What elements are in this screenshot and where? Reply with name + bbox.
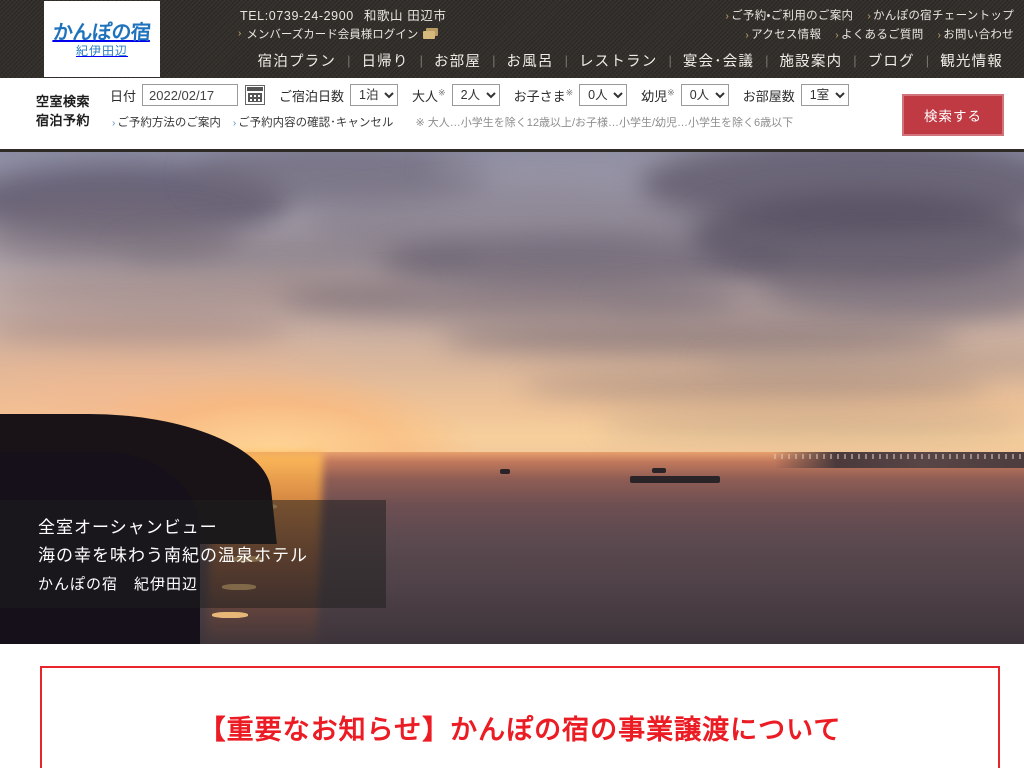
decorative-cloud	[0, 312, 290, 346]
asterisk-mark: ※	[667, 87, 675, 98]
nights-select[interactable]: 1泊2泊3泊4泊5泊	[350, 84, 399, 106]
chevron-right-icon: ›	[238, 28, 242, 39]
adults-select[interactable]: 1人2人3人4人5人	[451, 84, 500, 106]
link-members-card-login[interactable]: › メンバーズカード会員様ログイン	[238, 26, 439, 42]
header-utility-row-1: TEL:0739-24-2900 和歌山 田辺市 › ご予約・ご利用のご案内 › かん…	[180, 5, 1014, 24]
rooms-select[interactable]: 1室2室3室	[800, 84, 849, 106]
notice-section: 【重要なお知らせ】かんぽの宿の事業譲渡について	[0, 644, 1024, 768]
important-notice-title: 【重要なお知らせ】かんぽの宿の事業譲渡について	[198, 715, 842, 746]
calendar-icon[interactable]	[245, 85, 266, 105]
nav-item-restaurant[interactable]: レストラン	[568, 50, 669, 71]
link-reservation-guide[interactable]: › ご予約・ご利用のご案内	[725, 7, 853, 23]
nav-item-facilities[interactable]: 施設案内	[768, 50, 853, 71]
link-label: アクセス情報	[751, 28, 822, 41]
link-confirm-cancel[interactable]: › ご予約内容の確認･キャンセル	[233, 114, 394, 130]
telephone-block: TEL:0739-24-2900 和歌山 田辺市	[240, 5, 447, 24]
reservation-links-row: › ご予約方法のご案内 › ご予約内容の確認･キャンセル ※ 大人…小学生を除く12…	[112, 114, 793, 130]
date-field-label: 日付	[110, 88, 137, 104]
children-label-text: お子さま	[513, 88, 566, 104]
nav-item-blog[interactable]: ブログ	[857, 50, 926, 71]
telephone-number: TEL:0739-24-2900	[240, 9, 354, 23]
decorative-cloud	[600, 410, 1024, 440]
city-name: 和歌山 田辺市	[363, 9, 447, 23]
distant-shoreline	[774, 452, 1024, 468]
infants-select[interactable]: 0人1人2人3人	[680, 84, 729, 106]
link-label: よくあるご質問	[840, 28, 924, 41]
link-contact[interactable]: › お問い合わせ	[938, 26, 1014, 42]
infants-label-text: 幼児	[641, 88, 668, 104]
infants-field-label: 幼児※	[641, 86, 675, 105]
adults-label-text: 大人	[412, 88, 439, 104]
nav-item-banquet[interactable]: 宴会･会議	[672, 50, 765, 71]
link-chain-top[interactable]: › かんぽの宿チェーントップ	[867, 7, 1014, 23]
chevron-right-icon: ›	[112, 118, 116, 129]
glitter-speck	[212, 612, 248, 618]
children-select[interactable]: 0人1人2人3人	[579, 84, 628, 106]
site-header: かんぽの宿 紀伊田辺 TEL:0739-24-2900 和歌山 田辺市 › ご予約・…	[0, 0, 1024, 78]
membership-card-icon	[423, 28, 439, 39]
header-links-group-1: › ご予約・ご利用のご案内 › かんぽの宿チェーントップ	[725, 7, 1014, 23]
children-field-label: お子さま※	[514, 86, 574, 105]
link-faq[interactable]: › よくあるご質問	[835, 26, 923, 42]
asterisk-mark: ※	[438, 87, 446, 98]
chevron-right-icon: ›	[835, 29, 839, 41]
nav-item-day-trip[interactable]: 日帰り	[350, 50, 419, 71]
decorative-cloud	[520, 374, 990, 400]
important-notice-box[interactable]: 【重要なお知らせ】かんぽの宿の事業譲渡について	[40, 666, 1000, 768]
hero-caption-line-2: 海の幸を味わう南紀の温泉ホテル	[38, 546, 308, 565]
nav-item-sightseeing[interactable]: 観光情報	[929, 50, 1014, 71]
reservation-title-line1: 空室検索	[36, 94, 91, 109]
boat-silhouette	[500, 469, 510, 474]
asterisk-mark: ※	[565, 87, 574, 98]
reservation-title-line2: 宿泊予約	[36, 113, 91, 128]
hero-caption: 全室オーシャンビュー 海の幸を味わう南紀の温泉ホテル かんぽの宿 紀伊田辺	[0, 500, 386, 608]
header-links-group-2: › アクセス情報 › よくあるご質問 › お問い合わせ	[745, 26, 1014, 42]
reservation-bar-title: 空室検索 宿泊予約	[36, 92, 90, 130]
hero-slider: 全室オーシャンビュー 海の幸を味わう南紀の温泉ホテル かんぽの宿 紀伊田辺 宿か…	[0, 152, 1024, 644]
reservation-fields-row: 日付 ご宿泊日数 1泊2泊3泊4泊5泊 大人※ 1人2人3人4人5人 お子さま※…	[110, 84, 849, 106]
chevron-right-icon: ›	[867, 10, 871, 22]
checkin-date-input[interactable]	[142, 84, 239, 106]
main-navigation: 宿泊プラン | 日帰り | お部屋 | お風呂 | レストラン | 宴会･会議 …	[180, 47, 1014, 73]
chevron-right-icon: ›	[937, 29, 942, 41]
nights-field-label: ご宿泊日数	[279, 88, 345, 104]
link-access-info[interactable]: › アクセス情報	[745, 26, 821, 42]
logo-main-text: かんぽの宿	[52, 19, 152, 44]
logo-sub-text: 紀伊田辺	[75, 43, 128, 58]
nav-item-rooms[interactable]: お部屋	[423, 50, 492, 71]
guest-definition-note: ※ 大人…小学生を除く12歳以上/お子様…小学生/幼児…小学生を除く6歳以下	[415, 117, 794, 129]
link-how-to-reserve[interactable]: › ご予約方法のご案内	[112, 114, 221, 130]
boat-silhouette	[652, 468, 666, 473]
hero-caption-line-3: かんぽの宿 紀伊田辺	[38, 576, 199, 593]
header-utility-row-2: › メンバーズカード会員様ログイン › アクセス情報 › よくあるご質問 › お問い合わ…	[180, 24, 1014, 43]
link-label: かんぽの宿チェーントップ	[872, 9, 1014, 22]
nav-item-stay-plan[interactable]: 宿泊プラン	[247, 50, 348, 71]
link-label: お問い合わせ	[943, 28, 1014, 41]
reservation-search-bar: 空室検索 宿泊予約 日付 ご宿泊日数 1泊2泊3泊4泊5泊 大人※ 1人2人3人…	[0, 78, 1024, 152]
chevron-right-icon: ›	[745, 29, 750, 41]
rooms-field-label: お部屋数	[742, 88, 795, 104]
chevron-right-icon: ›	[232, 118, 237, 129]
hero-caption-line-1: 全室オーシャンビュー	[38, 518, 218, 537]
nav-item-bath[interactable]: お風呂	[495, 50, 564, 71]
site-logo[interactable]: かんぽの宿 紀伊田辺	[44, 1, 160, 77]
link-label: ご予約・ご利用のご案内	[731, 9, 854, 22]
link-label: ご予約内容の確認･キャンセル	[238, 117, 394, 129]
boat-silhouette	[630, 476, 720, 483]
chevron-right-icon: ›	[725, 10, 730, 22]
decorative-cloud	[600, 284, 1024, 322]
link-label: ご予約方法のご案内	[117, 117, 221, 129]
search-button[interactable]: 検索する	[902, 94, 1004, 136]
adults-field-label: 大人※	[412, 86, 446, 105]
link-label: メンバーズカード会員様ログイン	[246, 28, 419, 41]
